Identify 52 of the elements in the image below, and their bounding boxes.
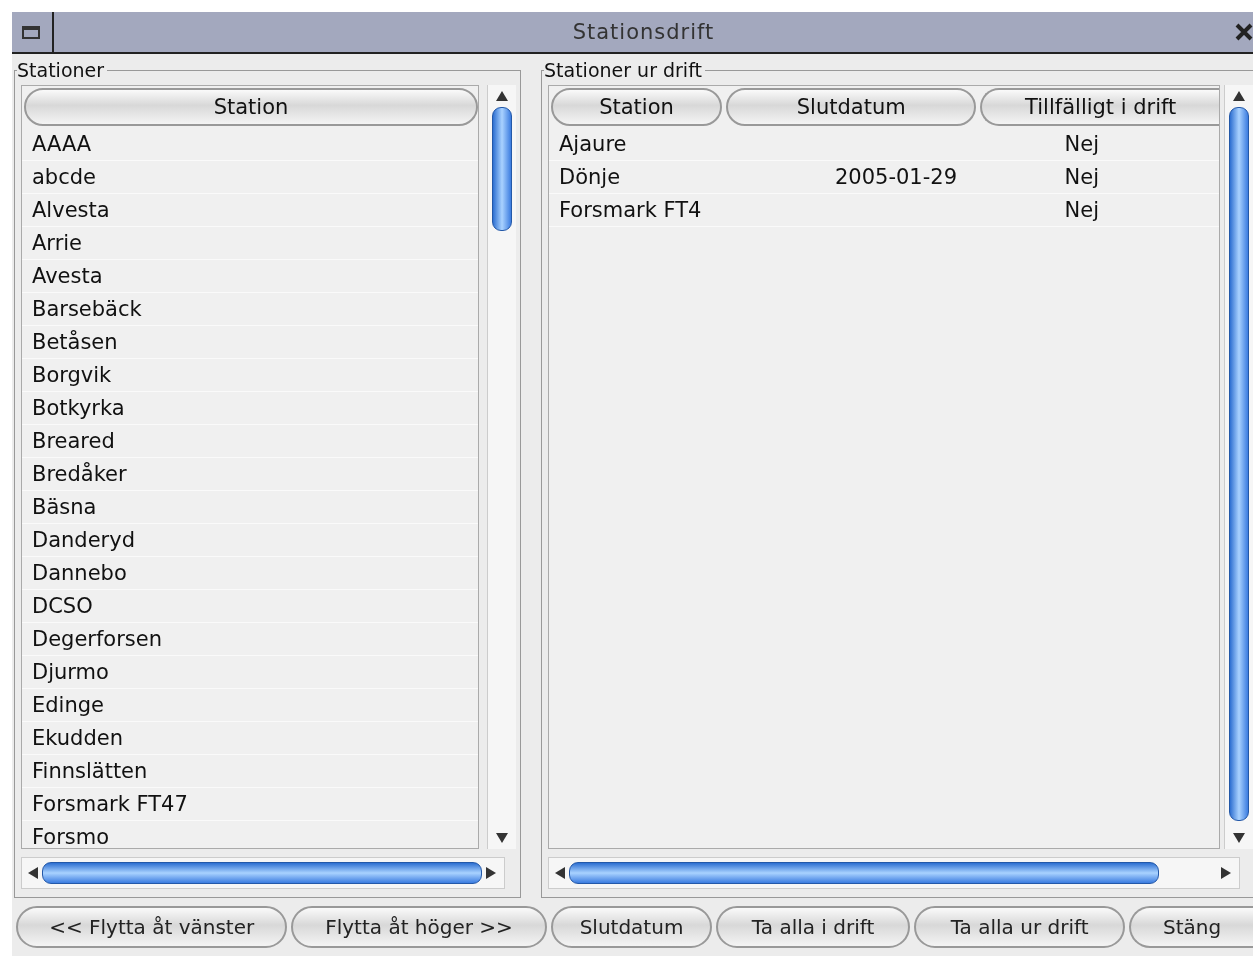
table-cell[interactable]: abcde xyxy=(22,165,96,189)
table-cell[interactable]: Alvesta xyxy=(22,198,110,222)
table-cell[interactable]: Borgvik xyxy=(22,363,112,387)
table-cell[interactable]: Bredåker xyxy=(22,462,127,486)
table-cell[interactable]: Forsmark FT47 xyxy=(22,792,188,816)
table-cell[interactable]: Betåsen xyxy=(22,330,118,354)
table-cell[interactable]: Ajaure xyxy=(549,132,719,156)
button[interactable]: Slutdatum xyxy=(550,906,713,948)
scroll-thumb[interactable] xyxy=(1229,107,1249,821)
button[interactable]: Stäng xyxy=(1129,906,1253,948)
horizontal-scrollbar[interactable] xyxy=(548,857,1240,889)
horizontal-scrollbar[interactable] xyxy=(21,857,505,889)
button[interactable]: << Flytta åt vänster xyxy=(16,906,288,948)
scroll-thumb[interactable] xyxy=(569,862,1159,884)
table-cell[interactable]: Finnslätten xyxy=(22,759,148,783)
column-header[interactable]: Tillfälligt i drift xyxy=(980,88,1219,126)
window-title: Stationsdrift xyxy=(571,20,716,44)
down-arrow-icon[interactable] xyxy=(1233,833,1245,843)
table-cell[interactable]: Danderyd xyxy=(22,528,135,552)
scroll-thumb[interactable] xyxy=(492,107,512,231)
table-cell[interactable]: Avesta xyxy=(22,264,103,288)
table-cell[interactable]: 2005-01-29 xyxy=(719,165,979,189)
table-cell[interactable]: Breared xyxy=(22,429,115,453)
table-cell[interactable]: Nej xyxy=(979,198,1149,222)
table-cell[interactable]: Nej xyxy=(979,132,1149,156)
table-cell[interactable]: Barsebäck xyxy=(22,297,142,321)
column-header[interactable]: Station xyxy=(551,88,722,126)
table-cell[interactable]: Djurmo xyxy=(22,660,109,684)
table-cell[interactable]: Dönje xyxy=(549,165,719,189)
table-cell[interactable]: Arrie xyxy=(22,231,83,255)
table-cell[interactable]: Forsmark FT4 xyxy=(549,198,719,222)
table-cell[interactable]: AAAA xyxy=(22,132,92,156)
scroll-thumb[interactable] xyxy=(42,862,482,884)
table-cell[interactable]: Bäsna xyxy=(22,495,97,519)
down-arrow-icon[interactable] xyxy=(496,833,508,843)
table-cell[interactable]: Botkyrka xyxy=(22,396,125,420)
table-cell[interactable]: Dannebo xyxy=(22,561,127,585)
table-cell[interactable]: Degerforsen xyxy=(22,627,163,651)
column-header[interactable]: Slutdatum xyxy=(725,88,977,126)
table-cell[interactable]: DCSO xyxy=(22,594,93,618)
close-icon[interactable] xyxy=(1235,23,1253,41)
button[interactable]: Ta alla ur drift xyxy=(913,906,1126,948)
table-cell[interactable]: Forsmo xyxy=(22,825,110,848)
table-cell[interactable]: Nej xyxy=(979,165,1149,189)
button[interactable]: Flytta åt höger >> xyxy=(291,906,547,948)
table-cell[interactable]: Ekudden xyxy=(22,726,123,750)
right-arrow-icon[interactable] xyxy=(486,867,496,879)
button[interactable]: Ta alla i drift xyxy=(716,906,910,948)
table-cell[interactable]: Edinge xyxy=(22,693,104,717)
right-arrow-icon[interactable] xyxy=(1221,867,1231,879)
window-menu-icon[interactable] xyxy=(22,25,40,39)
column-header[interactable]: Station xyxy=(24,88,478,126)
